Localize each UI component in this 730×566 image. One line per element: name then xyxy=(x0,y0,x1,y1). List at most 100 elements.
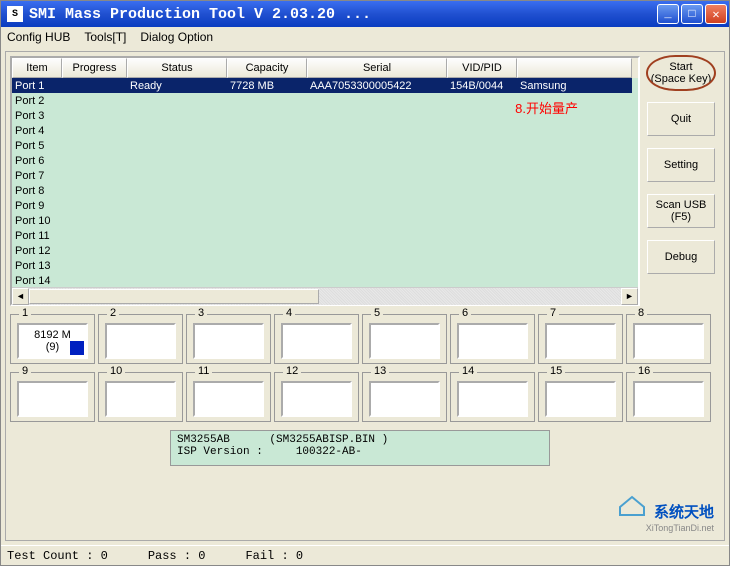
slot-number: 2 xyxy=(107,307,119,319)
col-vidpid[interactable]: VID/PID xyxy=(447,58,517,78)
table-row[interactable]: Port 4 xyxy=(12,123,638,138)
cell-extra xyxy=(517,183,632,198)
table-row[interactable]: Port 12 xyxy=(12,243,638,258)
col-extra[interactable] xyxy=(517,58,632,78)
cell-item: Port 14 xyxy=(12,273,62,287)
setting-button[interactable]: Setting xyxy=(647,148,715,182)
col-capacity[interactable]: Capacity xyxy=(227,58,307,78)
col-status[interactable]: Status xyxy=(127,58,227,78)
slot-4[interactable]: 4 xyxy=(274,314,359,364)
cell-status xyxy=(127,108,227,123)
slot-3[interactable]: 3 xyxy=(186,314,271,364)
cell-serial xyxy=(307,168,447,183)
slot-number: 4 xyxy=(283,307,295,319)
slot-well xyxy=(105,323,176,359)
scroll-track[interactable] xyxy=(29,288,621,305)
maximize-button[interactable]: □ xyxy=(681,4,703,24)
table-row[interactable]: Port 11 xyxy=(12,228,638,243)
slot-number: 5 xyxy=(371,307,383,319)
cell-status xyxy=(127,93,227,108)
cell-status xyxy=(127,183,227,198)
slot-well xyxy=(105,381,176,417)
cell-status xyxy=(127,213,227,228)
logo-cn: 系统天地 xyxy=(654,504,714,521)
scan-usb-button[interactable]: Scan USB (F5) xyxy=(647,194,715,228)
slot-well xyxy=(193,323,264,359)
cell-extra xyxy=(517,198,632,213)
slot-11[interactable]: 11 xyxy=(186,372,271,422)
slot-9[interactable]: 9 xyxy=(10,372,95,422)
table-row[interactable]: Port 10 xyxy=(12,213,638,228)
table-row[interactable]: Port 1Ready7728 MBAAA7053300005422154B/0… xyxy=(12,78,638,93)
slot-6[interactable]: 6 xyxy=(450,314,535,364)
grid-header: Item Progress Status Capacity Serial VID… xyxy=(12,58,638,78)
slot-10[interactable]: 10 xyxy=(98,372,183,422)
slot-16[interactable]: 16 xyxy=(626,372,711,422)
cell-serial xyxy=(307,183,447,198)
table-row[interactable]: Port 13 xyxy=(12,258,638,273)
quit-button[interactable]: Quit xyxy=(647,102,715,136)
col-serial[interactable]: Serial xyxy=(307,58,447,78)
slot-1[interactable]: 18192 M (9) xyxy=(10,314,95,364)
table-row[interactable]: Port 9 xyxy=(12,198,638,213)
cell-capacity xyxy=(227,228,307,243)
close-button[interactable]: ✕ xyxy=(705,4,727,24)
cell-vidpid xyxy=(447,168,517,183)
cell-status xyxy=(127,138,227,153)
col-item[interactable]: Item xyxy=(12,58,62,78)
cell-capacity xyxy=(227,243,307,258)
cell-capacity xyxy=(227,153,307,168)
cell-status xyxy=(127,168,227,183)
statusbar: Test Count : 0 Pass : 0 Fail : 0 xyxy=(1,545,729,565)
menu-config-hub[interactable]: Config HUB xyxy=(7,30,70,44)
slot-8[interactable]: 8 xyxy=(626,314,711,364)
slot-13[interactable]: 13 xyxy=(362,372,447,422)
menu-tools[interactable]: Tools[T] xyxy=(84,30,126,44)
start-button[interactable]: Start (Space Key) xyxy=(647,56,715,90)
slot-14[interactable]: 14 xyxy=(450,372,535,422)
grid-body[interactable]: 8.开始量产 Port 1Ready7728 MBAAA705330000542… xyxy=(12,78,638,287)
table-row[interactable]: Port 14 xyxy=(12,273,638,287)
slot-number: 14 xyxy=(459,365,477,377)
cell-item: Port 4 xyxy=(12,123,62,138)
minimize-button[interactable]: _ xyxy=(657,4,679,24)
cell-serial xyxy=(307,108,447,123)
table-row[interactable]: Port 8 xyxy=(12,183,638,198)
slot-12[interactable]: 12 xyxy=(274,372,359,422)
cell-progress xyxy=(62,228,127,243)
cell-vidpid xyxy=(447,213,517,228)
status-pass: Pass : 0 xyxy=(148,549,206,563)
cell-extra xyxy=(517,123,632,138)
cell-serial xyxy=(307,273,447,287)
table-row[interactable]: Port 7 xyxy=(12,168,638,183)
scroll-thumb[interactable] xyxy=(29,289,319,304)
house-icon xyxy=(617,495,647,520)
status-fail: Fail : 0 xyxy=(245,549,303,563)
col-progress[interactable]: Progress xyxy=(62,58,127,78)
cell-status: Ready xyxy=(127,78,227,93)
table-row[interactable]: Port 6 xyxy=(12,153,638,168)
horizontal-scrollbar[interactable]: ◄ ► xyxy=(12,287,638,304)
cell-vidpid xyxy=(447,183,517,198)
scroll-right-icon[interactable]: ► xyxy=(621,288,638,305)
watermark-logo: 系统天地 XiTongTianDi.net xyxy=(617,495,714,534)
titlebar: S SMI Mass Production Tool V 2.03.20 ...… xyxy=(1,1,729,27)
slot-7[interactable]: 7 xyxy=(538,314,623,364)
port-grid: Item Progress Status Capacity Serial VID… xyxy=(10,56,640,306)
cell-progress xyxy=(62,183,127,198)
cell-extra xyxy=(517,153,632,168)
slot-2[interactable]: 2 xyxy=(98,314,183,364)
cell-item: Port 3 xyxy=(12,108,62,123)
slot-5[interactable]: 5 xyxy=(362,314,447,364)
cell-capacity: 7728 MB xyxy=(227,78,307,93)
table-row[interactable]: Port 5 xyxy=(12,138,638,153)
slots-row-1: 18192 M (9)2345678 xyxy=(10,314,720,364)
menu-dialog-option[interactable]: Dialog Option xyxy=(140,30,213,44)
cell-serial xyxy=(307,198,447,213)
slot-number: 16 xyxy=(635,365,653,377)
scroll-left-icon[interactable]: ◄ xyxy=(12,288,29,305)
cell-extra xyxy=(517,273,632,287)
cell-capacity xyxy=(227,93,307,108)
slot-15[interactable]: 15 xyxy=(538,372,623,422)
debug-button[interactable]: Debug xyxy=(647,240,715,274)
